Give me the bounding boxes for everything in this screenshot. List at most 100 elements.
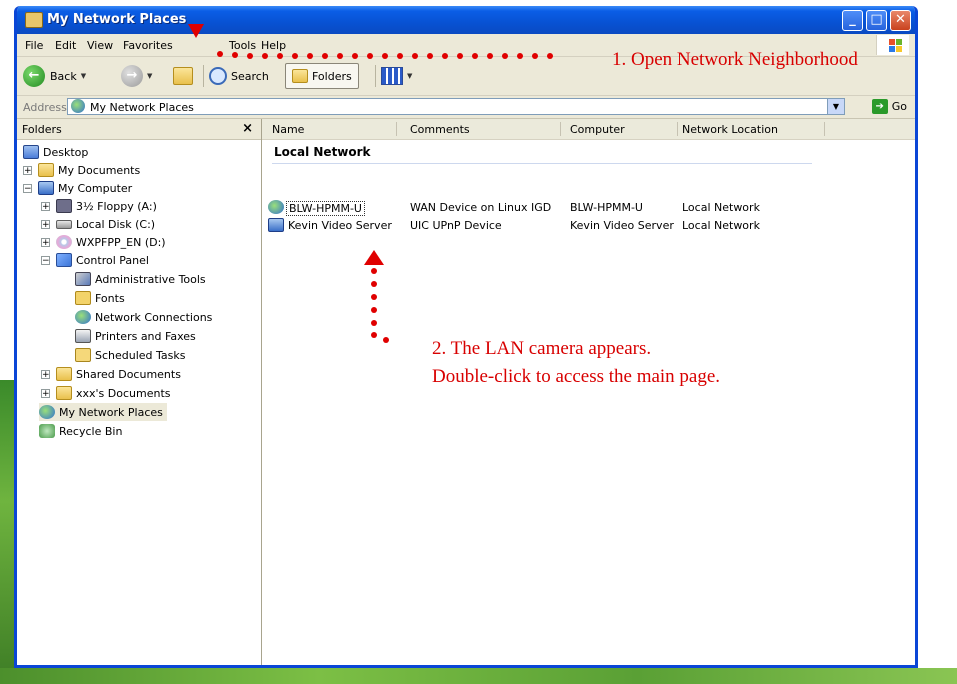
desktop-background-bottom [0,668,957,684]
collapse-icon[interactable]: − [23,183,32,193]
expand-icon[interactable]: + [41,369,50,379]
tree-label: Scheduled Tasks [95,348,186,362]
chevron-down-icon[interactable]: ▼ [81,72,86,80]
minimize-button[interactable]: _ [842,10,863,31]
tree-label: 3½ Floppy (A:) [76,199,157,213]
group-divider [272,163,812,164]
go-label: Go [891,100,907,113]
close-pane-button[interactable]: × [242,121,253,136]
file-list-pane: Name Comments Computer Network Location … [262,119,915,665]
expand-icon[interactable]: + [41,388,50,398]
close-button[interactable]: ✕ [890,10,911,31]
back-button[interactable]: ← Back ▼ [23,63,86,89]
forward-arrow-icon: → [121,65,143,87]
column-network-location[interactable]: Network Location [682,123,778,136]
list-item[interactable]: Kevin Video Server UIC UPnP Device Kevin… [262,217,822,235]
folders-pane: Folders × Desktop + My Documents − My Comp… [17,119,262,665]
annotation-arrow-up [364,250,384,265]
tree-item-control-panel[interactable]: − Control Panel [41,251,149,269]
device-name: BLW-HPMM-U [286,201,365,216]
column-separator[interactable] [824,122,825,136]
up-folder-button[interactable] [173,63,197,89]
menu-favorites[interactable]: Favorites [123,39,173,52]
tree-label: Shared Documents [76,367,181,381]
folders-icon [292,69,308,83]
menu-help[interactable]: Help [261,39,286,52]
printer-icon [75,329,91,343]
tree-label: My Network Places [59,405,163,419]
computer-icon [38,181,54,195]
network-places-icon [25,12,43,28]
expand-icon[interactable]: + [41,219,50,229]
tree-item-local-disk[interactable]: + Local Disk (C:) [41,215,155,233]
tree-item-my-computer[interactable]: − My Computer [23,179,132,197]
toolbar-separator [203,65,204,87]
menu-edit[interactable]: Edit [55,39,76,52]
search-icon [209,67,227,85]
menu-view[interactable]: View [87,39,113,52]
expand-icon[interactable]: + [41,237,50,247]
tree-label: Control Panel [76,253,149,267]
column-separator[interactable] [677,122,678,136]
disk-icon [56,219,72,229]
column-computer[interactable]: Computer [570,123,625,136]
folder-icon [56,367,72,381]
tree-label: My Documents [58,163,141,177]
chevron-down-icon[interactable]: ▼ [147,72,152,80]
title-bar[interactable]: My Network Places _ □ ✕ [17,6,915,34]
tree-item-floppy[interactable]: +3½ Floppy (A:) [41,197,157,215]
device-location: Local Network [682,201,760,214]
tree-label: Printers and Faxes [95,329,196,343]
tree-label: Recycle Bin [59,424,123,438]
tree-label: xxx's Documents [76,386,171,400]
list-item[interactable]: BLW-HPMM-U WAN Device on Linux IGD BLW-H… [262,199,822,217]
group-title: Local Network [274,145,371,159]
tree-item-user-documents[interactable]: + xxx's Documents [41,384,171,402]
device-comments: UIC UPnP Device [410,219,502,232]
views-button[interactable]: ▼ [381,63,412,89]
floppy-icon [56,199,72,213]
column-separator[interactable] [560,122,561,136]
tree-label: My Computer [58,181,133,195]
collapse-icon[interactable]: − [41,255,50,265]
recycle-bin-icon [39,424,55,438]
tree-item-my-documents[interactable]: + My Documents [23,161,140,179]
chevron-down-icon[interactable]: ▼ [407,72,412,80]
folders-button[interactable]: Folders [285,63,359,89]
tree-item-network-connections[interactable]: Network Connections [75,308,212,326]
cd-icon [56,235,72,249]
tree-item-cd-drive[interactable]: + WXPFPP_EN (D:) [41,233,166,251]
search-label: Search [231,69,269,83]
expand-icon[interactable]: + [23,165,32,175]
expand-icon[interactable]: + [41,201,50,211]
column-name[interactable]: Name [272,123,304,136]
folder-icon [56,386,72,400]
toolbar-separator [375,65,376,87]
go-button[interactable]: ➔ Go [871,99,907,114]
tree-item-fonts[interactable]: Fonts [75,289,125,307]
tree-item-my-network-places[interactable]: My Network Places [39,403,167,421]
address-input[interactable]: My Network Places ▼ [67,98,845,115]
go-arrow-icon: ➔ [871,99,888,114]
tree-label: Fonts [95,291,125,305]
tree-label: Network Connections [95,310,213,324]
maximize-button[interactable]: □ [866,10,887,31]
tree-item-administrative-tools[interactable]: Administrative Tools [75,270,206,288]
desktop-background [0,380,14,684]
menu-file[interactable]: File [25,39,43,52]
tree-item-shared-documents[interactable]: + Shared Documents [41,365,181,383]
column-comments[interactable]: Comments [410,123,470,136]
tree-item-printers[interactable]: Printers and Faxes [75,327,196,345]
network-icon [75,310,91,324]
forward-button[interactable]: → ▼ [121,63,152,89]
column-separator[interactable] [396,122,397,136]
tree-item-desktop[interactable]: Desktop [23,143,88,161]
explorer-window: My Network Places _ □ ✕ File Edit View F… [14,6,918,668]
tree-item-scheduled-tasks[interactable]: Scheduled Tasks [75,346,186,364]
annotation-step-1: 1. Open Network Neighborhood [612,49,858,70]
tree-item-recycle-bin[interactable]: Recycle Bin [39,422,122,440]
video-server-icon [268,218,284,232]
chevron-down-icon[interactable]: ▼ [827,99,844,114]
menu-tools[interactable]: Tools [229,39,256,52]
search-button[interactable]: Search [209,63,269,89]
